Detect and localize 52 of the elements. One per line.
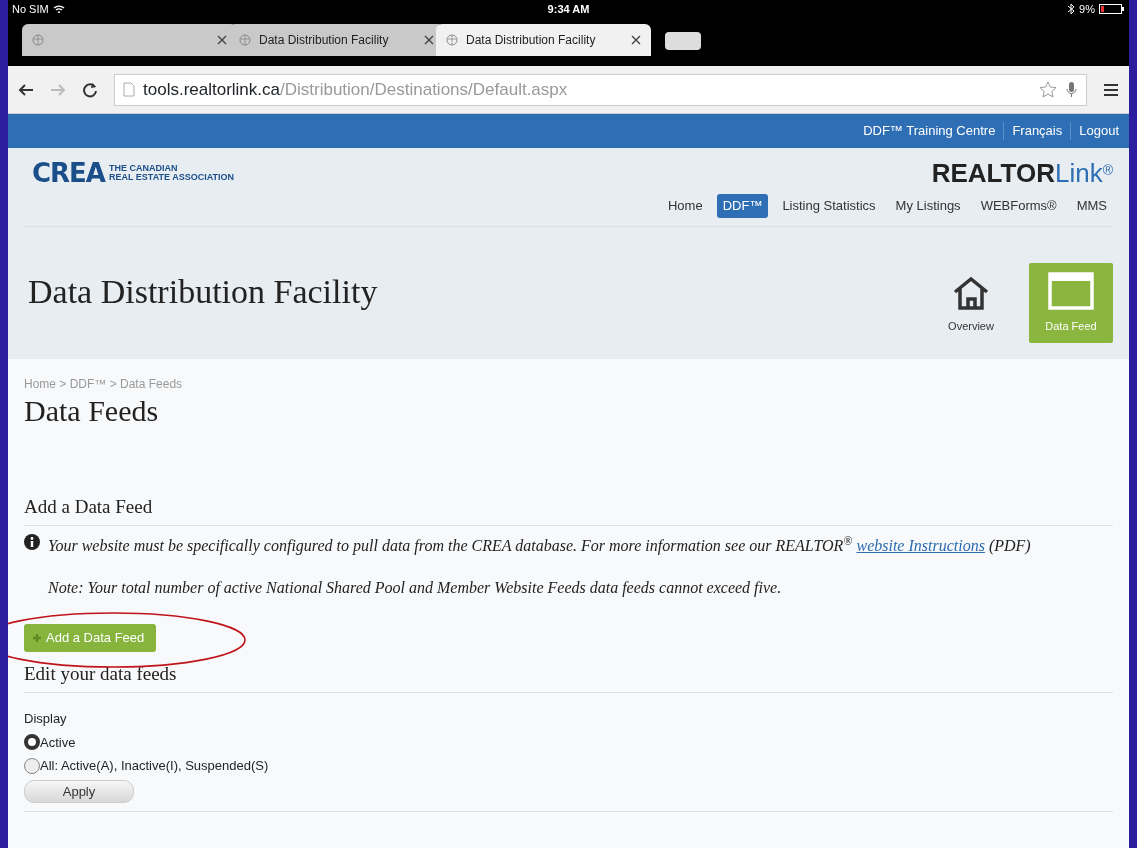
clock-label: 9:34 AM <box>546 1 591 17</box>
browser-tab[interactable]: Data Distribution Facility <box>436 24 651 56</box>
display-label: Display <box>24 710 68 728</box>
page-title: Data Distribution Facility <box>28 272 378 313</box>
top-link[interactable]: Français <box>1012 121 1063 141</box>
brand-logo: REALTORLink$^{®}$ <box>931 160 1113 186</box>
globe-icon <box>239 34 251 46</box>
radio-label: Active <box>40 733 76 752</box>
house-icon <box>952 276 990 310</box>
wifi-icon <box>52 4 65 14</box>
bluetooth-icon <box>1067 3 1076 15</box>
subsection-title: Edit your data feeds <box>24 659 1113 693</box>
pdf-label: (PDF) <box>988 537 1031 554</box>
apply-button[interactable]: Apply <box>24 779 134 803</box>
radio-button[interactable] <box>24 757 40 774</box>
window-icon <box>1048 272 1094 310</box>
battery-label: 9% <box>1079 1 1095 17</box>
plus-icon <box>32 632 42 643</box>
nav-link[interactable]: DDF™ <box>716 194 769 218</box>
subsection-title: Add a Data Feed <box>24 492 1113 526</box>
info-text: Your website must be specifically configured to pull data from the CREA database. For more information see our REALTOR$^{®}$ <box>48 537 853 554</box>
close-icon[interactable] <box>631 35 641 45</box>
nav-link[interactable]: Home <box>662 194 709 218</box>
close-icon[interactable] <box>217 35 227 45</box>
radio-label: All: Active(A), Inactive(I), Suspended(S) <box>40 757 269 775</box>
info-icon <box>24 534 40 550</box>
note-text: Note: Your total number of active National Shared Pool and Member Website Feeds data feeds cannot exceed five. <box>48 578 783 599</box>
section-heading: Data Feeds <box>24 392 160 429</box>
nav-link[interactable]: WEBForms® <box>974 194 1063 218</box>
logo-tagline: THE CANADIAN REAL ESTATE ASSOCIATION <box>109 164 234 182</box>
radio-button[interactable] <box>24 734 40 751</box>
globe-icon <box>32 34 44 46</box>
nav-link[interactable]: MMS <box>1070 194 1113 218</box>
address-field[interactable]: tools.realtorlink.ca/Distribution/Destinations/Default.aspx <box>114 73 1087 106</box>
carrier-label: No SIM <box>12 1 49 17</box>
top-link[interactable]: Logout <box>1079 121 1119 141</box>
close-icon[interactable] <box>424 35 434 45</box>
microphone-icon[interactable] <box>1065 81 1078 98</box>
section-tile[interactable]: Overview <box>929 262 1013 343</box>
menu-icon[interactable] <box>1103 81 1119 98</box>
breadcrumb-text: Home > DDF™ > Data Feeds <box>24 375 184 393</box>
top-link[interactable]: DDF™ Training Centre <box>863 121 996 141</box>
nav-link[interactable]: My Listings <box>889 194 967 218</box>
battery-icon <box>1099 4 1125 14</box>
back-icon[interactable] <box>18 81 34 98</box>
page-icon <box>123 82 135 97</box>
reload-icon[interactable] <box>82 81 98 98</box>
nav-link[interactable]: Listing Statistics <box>776 194 882 218</box>
pdf-link[interactable]: website Instructions <box>856 537 985 554</box>
globe-icon <box>446 34 458 46</box>
logo-text: CREA <box>32 160 105 186</box>
star-icon[interactable] <box>1039 81 1057 98</box>
